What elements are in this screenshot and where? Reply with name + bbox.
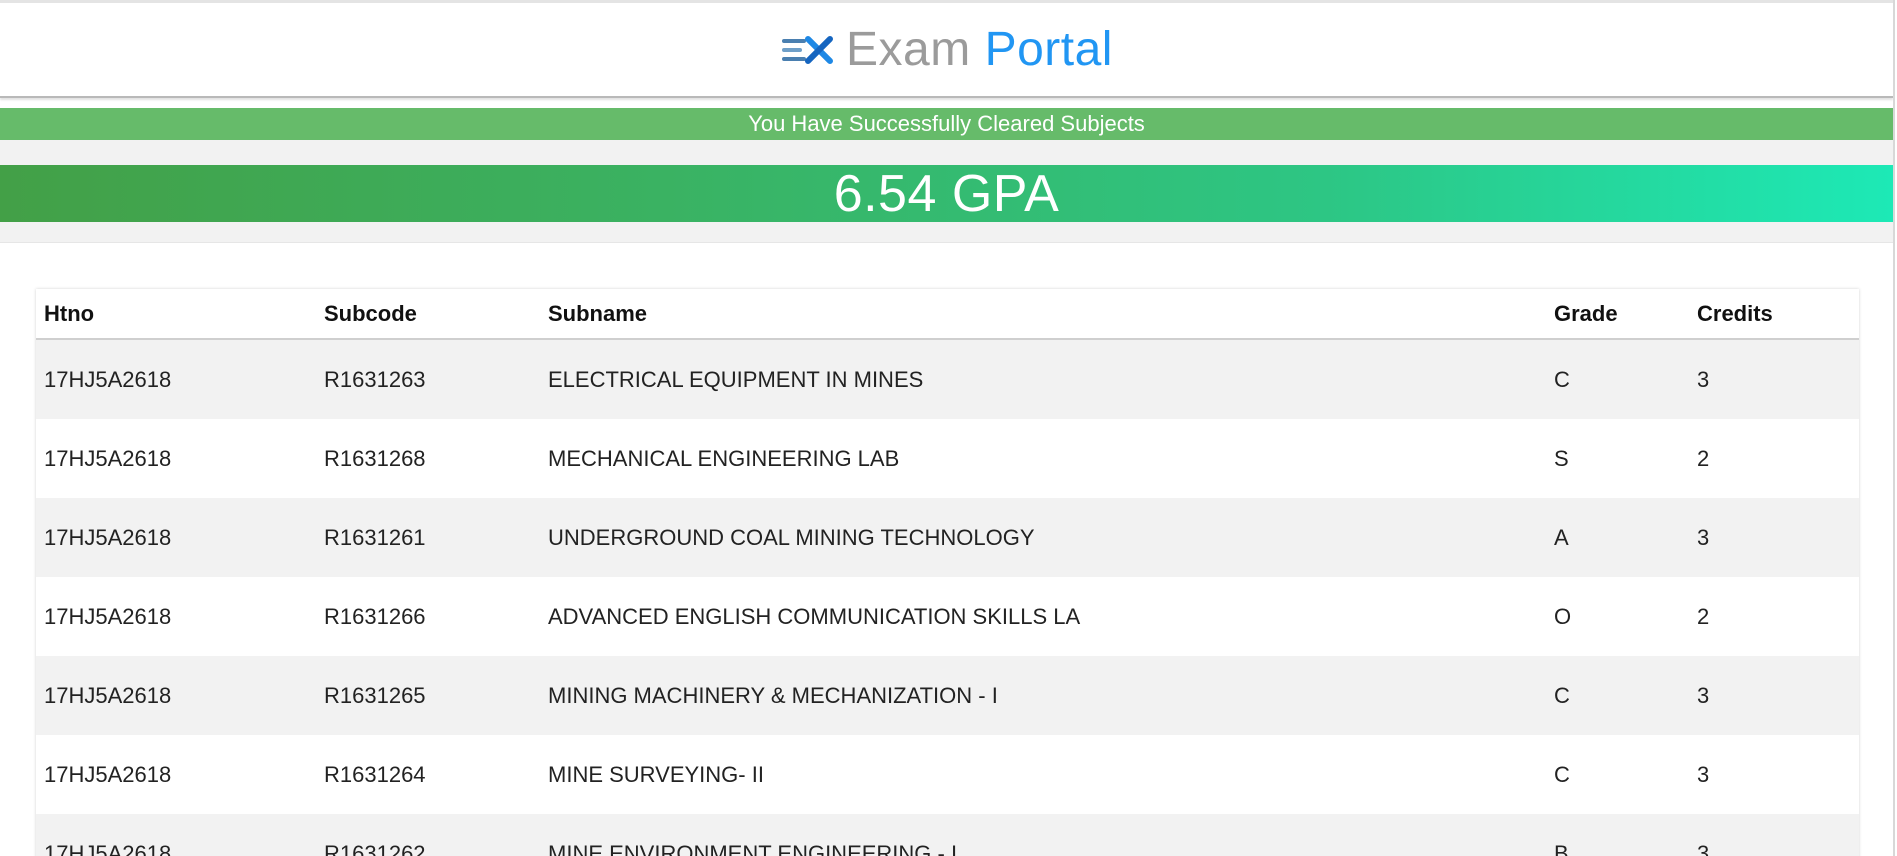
cell-subname: MECHANICAL ENGINEERING LAB bbox=[548, 445, 900, 471]
cell-grade: C bbox=[1554, 682, 1570, 708]
banner-spacer-bottom bbox=[0, 222, 1893, 243]
success-banner: You Have Successfully Cleared Subjects bbox=[0, 108, 1893, 140]
cell-credits: 3 bbox=[1697, 366, 1710, 392]
site-title-exam: Exam bbox=[846, 22, 971, 76]
column-header-subname: Subname bbox=[540, 289, 1546, 340]
table-row: 17HJ5A2618 R1631261 UNDERGROUND COAL MIN… bbox=[36, 498, 1859, 577]
gpa-banner: 6.54 GPA bbox=[0, 165, 1893, 223]
cell-subcode: R1631261 bbox=[324, 524, 426, 550]
table-row: 17HJ5A2618 R1631268 MECHANICAL ENGINEERI… bbox=[36, 419, 1859, 498]
cell-grade: S bbox=[1554, 445, 1569, 471]
cell-htno: 17HJ5A2618 bbox=[44, 524, 172, 550]
banner-spacer bbox=[0, 140, 1893, 165]
cell-subname: MINE SURVEYING- II bbox=[548, 761, 764, 787]
table-row: 17HJ5A2618 R1631264 MINE SURVEYING- II C… bbox=[36, 735, 1859, 814]
cell-credits: 2 bbox=[1697, 603, 1710, 629]
page: Exam Portal You Have Successfully Cleare… bbox=[0, 0, 1895, 856]
table-row: 17HJ5A2618 R1631262 MINE ENVIRONMENT ENG… bbox=[36, 814, 1859, 856]
results-table-card: Htno Subcode Subname Grade Credits 17HJ5… bbox=[36, 289, 1859, 856]
cell-subcode: R1631262 bbox=[324, 840, 426, 856]
cell-subcode: R1631266 bbox=[324, 603, 426, 629]
cell-htno: 17HJ5A2618 bbox=[44, 840, 172, 856]
logo[interactable]: Exam Portal bbox=[780, 22, 1113, 76]
column-header-credits: Credits bbox=[1689, 289, 1859, 340]
table-header-row: Htno Subcode Subname Grade Credits bbox=[36, 289, 1859, 340]
cell-credits: 2 bbox=[1697, 445, 1710, 471]
cell-htno: 17HJ5A2618 bbox=[44, 445, 172, 471]
cell-grade: O bbox=[1554, 603, 1572, 629]
table-row: 17HJ5A2618 R1631266 ADVANCED ENGLISH COM… bbox=[36, 577, 1859, 656]
site-title: Exam Portal bbox=[846, 22, 1113, 76]
cell-subcode: R1631268 bbox=[324, 445, 426, 471]
cell-htno: 17HJ5A2618 bbox=[44, 603, 172, 629]
cell-grade: B bbox=[1554, 840, 1569, 856]
cell-htno: 17HJ5A2618 bbox=[44, 761, 172, 787]
site-header: Exam Portal bbox=[0, 3, 1893, 98]
cell-subname: MINING MACHINERY & MECHANIZATION - I bbox=[548, 682, 998, 708]
cell-subcode: R1631264 bbox=[324, 761, 426, 787]
results-section: Htno Subcode Subname Grade Credits 17HJ5… bbox=[0, 289, 1893, 856]
cell-credits: 3 bbox=[1697, 840, 1710, 856]
cell-grade: C bbox=[1554, 761, 1570, 787]
site-title-portal: Portal bbox=[984, 22, 1113, 76]
cell-subcode: R1631263 bbox=[324, 366, 426, 392]
column-header-htno: Htno bbox=[36, 289, 316, 340]
cell-subname: ELECTRICAL EQUIPMENT IN MINES bbox=[548, 366, 924, 392]
cell-htno: 17HJ5A2618 bbox=[44, 682, 172, 708]
cell-subname: UNDERGROUND COAL MINING TECHNOLOGY bbox=[548, 524, 1035, 550]
cell-credits: 3 bbox=[1697, 682, 1710, 708]
cell-grade: A bbox=[1554, 524, 1569, 550]
cell-grade: C bbox=[1554, 366, 1570, 392]
results-table: Htno Subcode Subname Grade Credits 17HJ5… bbox=[36, 289, 1859, 856]
cell-subname: ADVANCED ENGLISH COMMUNICATION SKILLS LA bbox=[548, 603, 1081, 629]
cell-credits: 3 bbox=[1697, 761, 1710, 787]
cell-credits: 3 bbox=[1697, 524, 1710, 550]
column-header-subcode: Subcode bbox=[316, 289, 540, 340]
table-row: 17HJ5A2618 R1631265 MINING MACHINERY & M… bbox=[36, 656, 1859, 735]
table-row: 17HJ5A2618 R1631263 ELECTRICAL EQUIPMENT… bbox=[36, 339, 1859, 419]
cell-subname: MINE ENVIRONMENT ENGINEERING - I bbox=[548, 840, 958, 856]
cell-subcode: R1631265 bbox=[324, 682, 426, 708]
exam-portal-logo-icon bbox=[782, 35, 834, 64]
cell-htno: 17HJ5A2618 bbox=[44, 366, 172, 392]
column-header-grade: Grade bbox=[1546, 289, 1689, 340]
